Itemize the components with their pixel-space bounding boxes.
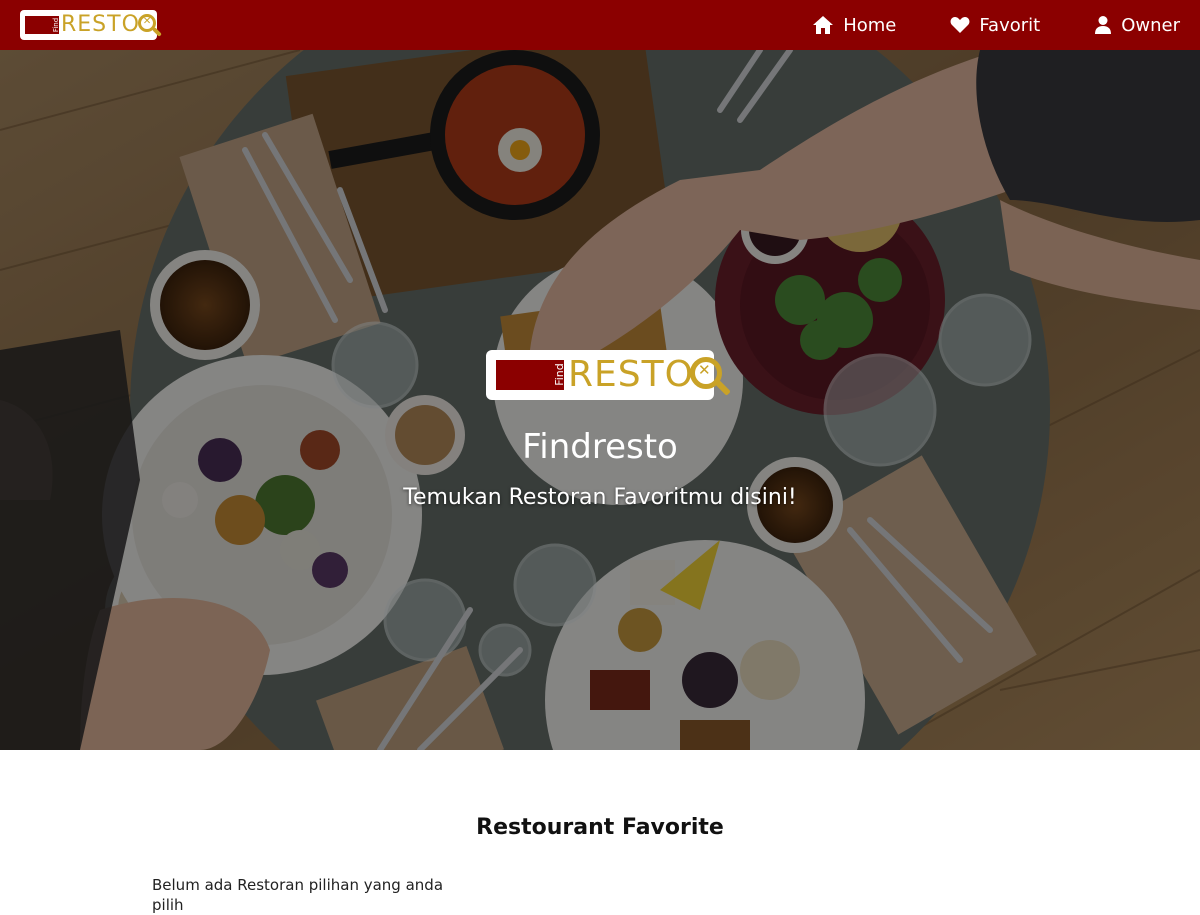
logo-small-word: Find [51, 17, 60, 33]
logo-word: RESTO [568, 354, 694, 395]
user-icon [1095, 16, 1112, 34]
nav-item-favorit-label: Favorit [979, 14, 1041, 36]
nav-item-home-label: Home [843, 14, 897, 36]
nav-item-owner-label: Owner [1121, 14, 1180, 36]
main-content: Restourant Favorite Belum ada Restoran p… [0, 750, 1200, 914]
nav-item-home[interactable]: Home [785, 0, 923, 50]
section-title: Restourant Favorite [476, 815, 724, 840]
logo-mark: Find [496, 360, 567, 390]
nav-item-favorit[interactable]: Favorit [923, 0, 1067, 50]
logo-small-word: Find [553, 363, 567, 386]
brand-logo[interactable]: Find RESTO ✕ [20, 10, 162, 40]
nav-item-owner[interactable]: Owner [1067, 0, 1200, 50]
logo-word: RESTO [61, 12, 140, 37]
home-icon [813, 16, 834, 34]
magnifier-icon: ✕ [689, 355, 732, 396]
empty-state-message: Belum ada Restoran pilihan yang anda pil… [152, 876, 444, 914]
hero-subtitle: Temukan Restoran Favoritmu disini! [403, 485, 797, 510]
hero-overlay [0, 50, 1200, 750]
hero-logo: Find RESTO ✕ [486, 350, 731, 400]
magnifier-icon: ✕ [137, 13, 162, 37]
nav-menu: Home Favorit Owner [785, 0, 1200, 50]
heart-icon [950, 17, 970, 33]
logo-mark: Find [25, 16, 60, 34]
hero-title: Findresto [522, 426, 678, 467]
navbar: Find RESTO ✕ Home Favorit Owner [0, 0, 1200, 50]
hero-banner: Find RESTO ✕ Findresto Temukan Restoran … [0, 50, 1200, 750]
